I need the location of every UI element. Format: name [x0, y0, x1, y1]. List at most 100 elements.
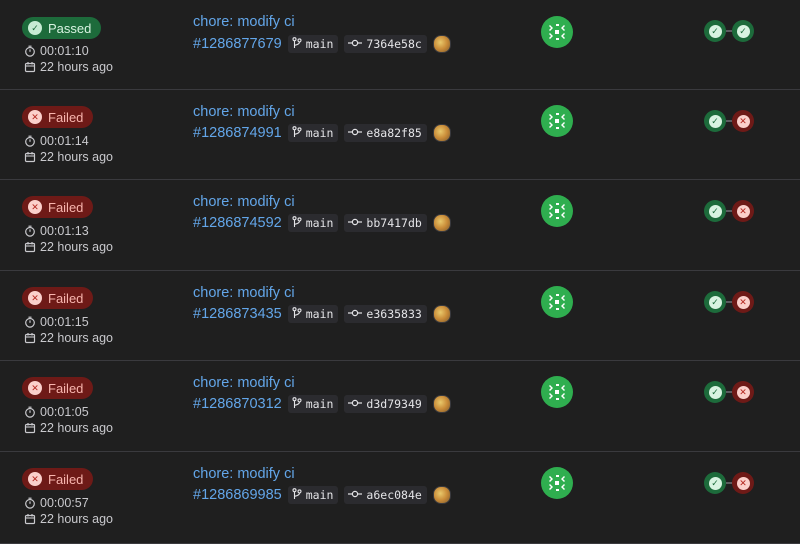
stage-failed-icon[interactable]: ✕	[732, 381, 754, 403]
commit-sha[interactable]: e8a82f85	[344, 124, 427, 142]
status-label: Failed	[48, 109, 84, 125]
pipeline-id-link[interactable]: #1286873435	[193, 306, 282, 322]
committer-avatar[interactable]	[432, 35, 451, 53]
x-icon: ✕	[28, 472, 42, 486]
stage-passed-icon[interactable]: ✓	[704, 472, 726, 494]
commit-icon	[348, 216, 366, 230]
committer-avatar[interactable]	[432, 124, 451, 142]
committer-avatar[interactable]	[432, 305, 451, 323]
commit-sha-value: a6ec084e	[366, 488, 422, 502]
commit-title-link[interactable]: chore: modify ci	[193, 194, 295, 210]
status-badge[interactable]: ✕ Failed	[22, 196, 94, 218]
branch-name: main	[305, 307, 334, 321]
commit-sha-value: e8a82f85	[366, 126, 422, 140]
branch-icon	[292, 306, 306, 322]
stopwatch-icon	[24, 316, 36, 328]
commit-sha[interactable]: e3635833	[344, 305, 427, 323]
pipeline-id-link[interactable]: #1286877679	[193, 36, 282, 52]
pipeline-row: ✕ Failed 00:01:14 22 hours ago chore: mo…	[0, 90, 800, 180]
pipeline-id-link[interactable]: #1286874592	[193, 215, 282, 231]
finished-time: 22 hours ago	[24, 60, 113, 74]
pipeline-id-link[interactable]: #1286874991	[193, 125, 282, 141]
commit-sha[interactable]: d3d79349	[344, 395, 427, 413]
committer-avatar[interactable]	[432, 486, 451, 504]
duration: 00:01:14	[24, 134, 89, 148]
check-icon: ✓	[708, 476, 722, 490]
stage-passed-icon[interactable]: ✓	[732, 20, 754, 42]
branch-ref[interactable]: main	[287, 35, 339, 53]
calendar-icon	[24, 422, 36, 434]
x-icon: ✕	[736, 114, 750, 128]
pipeline-id-link[interactable]: #1286869985	[193, 487, 282, 503]
branch-name: main	[305, 488, 334, 502]
stage-passed-icon[interactable]: ✓	[704, 291, 726, 313]
stopwatch-icon	[24, 497, 36, 509]
duration: 00:01:10	[24, 44, 89, 58]
pipeline-row: ✕ Failed 00:01:05 22 hours ago chore: mo…	[0, 361, 800, 452]
duration-value: 00:01:05	[40, 405, 89, 419]
branch-ref[interactable]: main	[287, 305, 339, 323]
pipeline-stages: ✓ ✓	[704, 20, 754, 42]
status-badge[interactable]: ✕ Failed	[22, 468, 94, 490]
commit-sha-value: e3635833	[366, 307, 422, 321]
pipeline-stages: ✓ ✕	[704, 200, 754, 222]
x-icon: ✕	[28, 200, 42, 214]
branch-ref[interactable]: main	[287, 214, 339, 232]
calendar-icon	[24, 513, 36, 525]
stopwatch-icon	[24, 45, 36, 57]
calendar-icon	[24, 332, 36, 344]
commit-title-link[interactable]: chore: modify ci	[193, 285, 295, 301]
triggerer-avatar[interactable]	[541, 195, 573, 227]
triggerer-avatar[interactable]	[541, 16, 573, 48]
branch-ref[interactable]: main	[287, 124, 339, 142]
commit-sha[interactable]: a6ec084e	[344, 486, 427, 504]
commit-title-link[interactable]: chore: modify ci	[193, 375, 295, 391]
stage-failed-icon[interactable]: ✕	[732, 472, 754, 494]
pipeline-info: #1286870312 main d3d79349	[193, 395, 451, 413]
pipeline-stages: ✓ ✕	[704, 110, 754, 132]
stage-failed-icon[interactable]: ✕	[732, 110, 754, 132]
stage-failed-icon[interactable]: ✕	[732, 291, 754, 313]
triggerer-avatar[interactable]	[541, 105, 573, 137]
status-badge[interactable]: ✕ Failed	[22, 377, 94, 399]
status-badge[interactable]: ✕ Failed	[22, 287, 94, 309]
x-icon: ✕	[736, 476, 750, 490]
stage-passed-icon[interactable]: ✓	[704, 200, 726, 222]
x-icon: ✕	[736, 385, 750, 399]
commit-icon	[348, 37, 366, 51]
branch-ref[interactable]: main	[287, 486, 339, 504]
branch-icon	[292, 215, 306, 231]
pipeline-id-link[interactable]: #1286870312	[193, 396, 282, 412]
check-icon: ✓	[708, 114, 722, 128]
finished-value: 22 hours ago	[40, 240, 113, 254]
duration: 00:01:05	[24, 405, 89, 419]
commit-sha[interactable]: 7364e58c	[344, 35, 427, 53]
commit-title-link[interactable]: chore: modify ci	[193, 14, 295, 30]
finished-value: 22 hours ago	[40, 331, 113, 345]
status-label: Failed	[48, 290, 84, 306]
stage-failed-icon[interactable]: ✕	[732, 200, 754, 222]
duration-value: 00:01:14	[40, 134, 89, 148]
branch-ref[interactable]: main	[287, 395, 339, 413]
triggerer-avatar[interactable]	[541, 376, 573, 408]
commit-title-link[interactable]: chore: modify ci	[193, 466, 295, 482]
committer-avatar[interactable]	[432, 395, 451, 413]
check-icon: ✓	[708, 24, 722, 38]
stage-passed-icon[interactable]: ✓	[704, 20, 726, 42]
triggerer-avatar[interactable]	[541, 467, 573, 499]
commit-sha[interactable]: bb7417db	[344, 214, 427, 232]
branch-icon	[292, 396, 306, 412]
commit-title-link[interactable]: chore: modify ci	[193, 104, 295, 120]
triggerer-avatar[interactable]	[541, 286, 573, 318]
stage-passed-icon[interactable]: ✓	[704, 381, 726, 403]
status-badge[interactable]: ✓ Passed	[22, 17, 102, 39]
finished-value: 22 hours ago	[40, 150, 113, 164]
duration-value: 00:01:15	[40, 315, 89, 329]
committer-avatar[interactable]	[432, 214, 451, 232]
stage-passed-icon[interactable]: ✓	[704, 110, 726, 132]
branch-icon	[292, 125, 306, 141]
pipeline-row: ✕ Failed 00:00:57 22 hours ago chore: mo…	[0, 452, 800, 544]
pipeline-stages: ✓ ✕	[704, 381, 754, 403]
status-badge[interactable]: ✕ Failed	[22, 106, 94, 128]
x-icon: ✕	[28, 381, 42, 395]
